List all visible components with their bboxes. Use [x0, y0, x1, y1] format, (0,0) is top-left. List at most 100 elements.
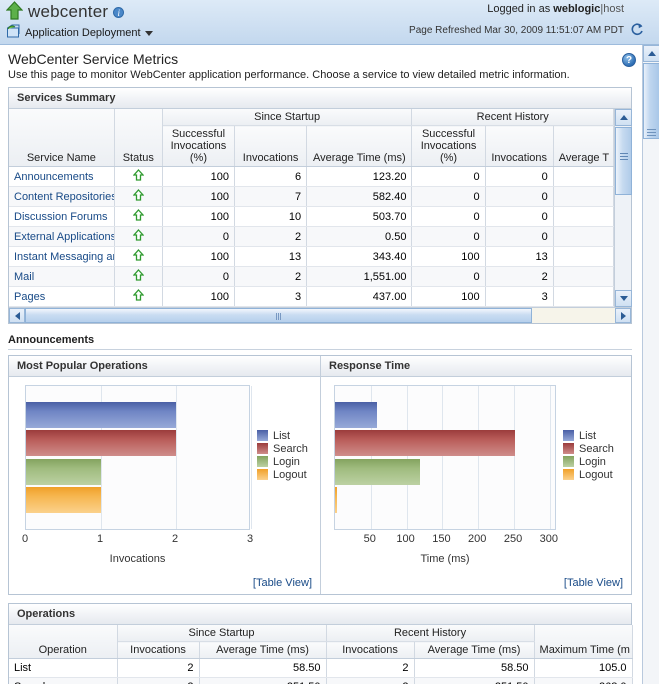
bar-login[interactable] [335, 459, 420, 485]
ops-col-operation[interactable]: Operation [9, 625, 118, 659]
page-scroll-up-button[interactable] [643, 45, 659, 62]
services-summary-table-wrap: Service Name Status Since Startup Recent… [9, 109, 632, 307]
services-table-vertical-scrollbar[interactable] [614, 109, 632, 307]
bar-logout[interactable] [26, 487, 101, 513]
hscroll-track[interactable] [25, 308, 615, 323]
ops-col-ss-average-time[interactable]: Average Time (ms) [199, 641, 327, 659]
table-row[interactable]: Mail 0 2 1,551.00 0 2 [9, 266, 614, 287]
services-summary-body: Announcements 100 6 123.20 0 0 Content Reposit… [9, 166, 614, 307]
cell-ss-average-time: 123.20 [306, 166, 413, 187]
legend-item[interactable]: Login [257, 455, 308, 468]
services-table-horizontal-scrollbar[interactable] [9, 307, 631, 323]
operations-title: Operations [9, 604, 631, 625]
cell-operation: Search [9, 677, 118, 684]
scroll-up-button[interactable] [615, 109, 632, 126]
service-link[interactable]: Instant Messaging ar [14, 251, 113, 263]
ops-col-rh-invocations[interactable]: Invocations [326, 641, 415, 659]
legend-item[interactable]: List [257, 429, 308, 442]
group-since-startup: Since Startup [162, 109, 413, 126]
ops-col-maximum-time[interactable]: Maximum Time (m [534, 625, 633, 659]
bar-search[interactable] [26, 430, 176, 456]
bar-search[interactable] [335, 430, 515, 456]
cell-ss-pct: 0 [162, 266, 236, 287]
table-row[interactable]: Discussion Forums 100 10 503.70 0 0 [9, 206, 614, 227]
scroll-left-button[interactable] [9, 308, 25, 323]
legend-item[interactable]: Logout [257, 468, 308, 481]
logged-in-user: weblogic [553, 3, 601, 15]
page-scroll-thumb[interactable] [643, 63, 659, 139]
legend-item[interactable]: List [563, 429, 614, 442]
table-row[interactable]: External Applications 0 2 0.50 0 0 [9, 226, 614, 247]
ops-col-rh-average-time[interactable]: Average Time (ms) [414, 641, 535, 659]
brand-area: webcenter i [5, 1, 125, 23]
table-view-link-right[interactable]: [Table View] [564, 577, 623, 589]
table-row[interactable]: Pages 100 3 437.00 100 3 [9, 286, 614, 307]
col-rh-invocations[interactable]: Invocations [485, 125, 554, 167]
service-link[interactable]: External Applications [14, 231, 113, 243]
legend-item[interactable]: Logout [563, 468, 614, 481]
bar-list[interactable] [335, 402, 377, 428]
cell-status [114, 166, 163, 187]
webcenter-logo-icon [5, 1, 24, 23]
x-tick-label: 50 [363, 533, 376, 545]
col-ss-successful-pct[interactable]: Successful Invocations (%) [162, 125, 236, 167]
cell-rh-average-time [553, 226, 614, 247]
help-icon[interactable]: ? [622, 53, 636, 67]
cell-status [114, 246, 163, 267]
col-ss-invocations[interactable]: Invocations [234, 125, 308, 167]
cell-status [114, 226, 163, 247]
arrow-up-icon [647, 51, 656, 56]
legend-item[interactable]: Login [563, 455, 614, 468]
cell-ss-average-time: 0.50 [306, 226, 413, 247]
bar-list[interactable] [26, 402, 176, 428]
legend-item[interactable]: Search [257, 442, 308, 455]
info-icon[interactable]: i [113, 6, 125, 18]
table-row[interactable]: List 2 58.50 2 58.50 105.0 [9, 658, 633, 678]
hscroll-thumb[interactable] [25, 308, 533, 323]
table-row[interactable]: Search2251.502251.50268.0 [9, 677, 633, 684]
col-status[interactable]: Status [114, 109, 163, 167]
cell-rh-pct: 0 [411, 186, 486, 207]
application-deployment-menu[interactable]: Application Deployment [6, 24, 153, 42]
table-row[interactable]: Content Repositories 100 7 582.40 0 0 [9, 186, 614, 207]
arrow-right-icon [620, 311, 626, 320]
chart-title-right: Response Time [321, 356, 631, 377]
legend-label: Search [273, 442, 308, 455]
cell-ops-rh-invocations: 2 [326, 658, 415, 678]
legend-label: Login [273, 455, 300, 468]
table-view-row-left: [Table View] [9, 575, 320, 594]
x-tick-label: 300 [539, 533, 558, 545]
service-link[interactable]: Content Repositories [14, 191, 113, 203]
col-service-name[interactable]: Service Name [9, 109, 115, 167]
refresh-icon[interactable] [629, 22, 645, 38]
scroll-right-button[interactable] [615, 308, 631, 323]
chart-legend-left: List Search Login Logout [257, 429, 308, 481]
table-view-link-left[interactable]: [Table View] [253, 577, 312, 589]
bar-login[interactable] [26, 459, 101, 485]
table-row[interactable]: Announcements 100 6 123.20 0 0 [9, 166, 614, 187]
service-link[interactable]: Announcements [14, 171, 94, 183]
plot-area-right [334, 385, 556, 530]
page-vertical-scrollbar[interactable] [642, 45, 659, 684]
table-view-row-right: [Table View] [321, 575, 631, 594]
bar-logout[interactable] [335, 487, 337, 513]
table-row[interactable]: Instant Messaging ar 100 13 343.40 100 13 [9, 246, 614, 267]
cell-rh-average-time [553, 186, 614, 207]
operations-table: Operation Since Startup Recent History M… [9, 625, 633, 684]
col-ss-average-time[interactable]: Average Time (ms) [306, 125, 413, 167]
col-rh-successful-pct[interactable]: Successful Invocations (%) [411, 125, 486, 167]
status-up-icon [132, 189, 145, 201]
chart-title-left: Most Popular Operations [9, 356, 320, 377]
cell-ss-invocations: 13 [234, 246, 308, 267]
scroll-down-button[interactable] [615, 290, 632, 307]
chevron-down-icon [144, 30, 153, 36]
x-tick-label: 250 [503, 533, 523, 545]
cell-rh-average-time [553, 246, 614, 267]
col-rh-average-time[interactable]: Average T [553, 125, 614, 167]
service-link[interactable]: Discussion Forums [14, 211, 108, 223]
service-link[interactable]: Pages [14, 291, 45, 303]
ops-col-ss-invocations[interactable]: Invocations [117, 641, 200, 659]
legend-item[interactable]: Search [563, 442, 614, 455]
service-link[interactable]: Mail [14, 271, 34, 283]
gridline [176, 386, 177, 529]
